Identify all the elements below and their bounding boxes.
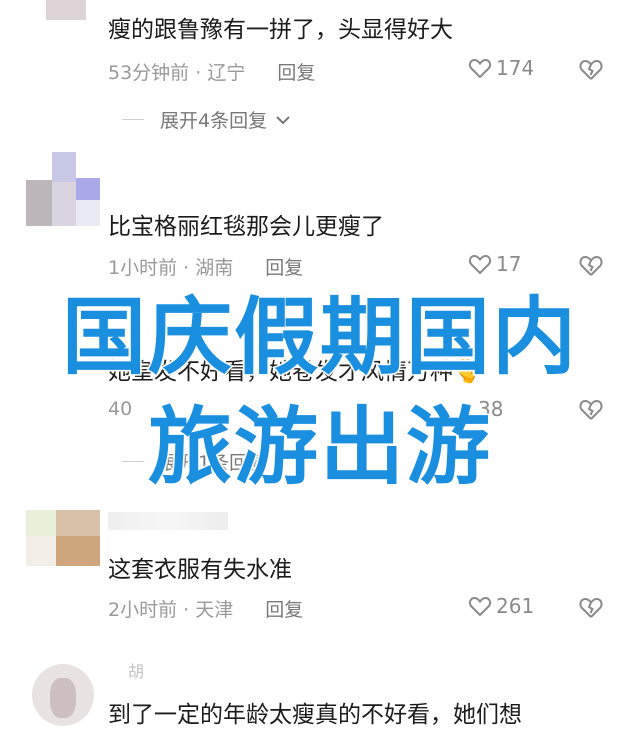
like-button[interactable]: 261 (468, 594, 534, 618)
comment-time: 53分钟前 (108, 62, 190, 84)
comment-time: 2小时前 (108, 599, 178, 621)
heart-outline-icon (468, 58, 492, 79)
like-button[interactable]: 174 (468, 56, 534, 80)
broken-heart-icon (579, 59, 603, 80)
username-blurred (108, 512, 228, 530)
divider-line (122, 119, 144, 120)
avatar[interactable] (26, 0, 100, 20)
meta-separator: · (183, 599, 196, 621)
like-count: 174 (496, 56, 535, 80)
broken-heart-icon (579, 597, 603, 618)
expand-label: 展开4条回复 (160, 110, 268, 132)
comment-location: 辽宁 (207, 62, 246, 84)
heart-outline-icon (468, 596, 492, 617)
dislike-button[interactable] (578, 57, 604, 81)
comment-text: 比宝格丽红毯那会儿更瘦了 (108, 214, 384, 240)
dislike-button[interactable] (578, 595, 604, 619)
overlay-title-line2: 旅游出游 (146, 397, 492, 498)
like-count: 261 (496, 594, 535, 618)
comment-username: 胡 (128, 662, 145, 681)
chevron-down-icon (276, 115, 290, 124)
overlay-title-line1: 国庆假期国内 (60, 287, 578, 388)
comment-meta: 53分钟前 · 辽宁 回复 (108, 58, 315, 85)
meta-separator: · (195, 62, 208, 84)
avatar[interactable] (26, 658, 100, 732)
comment-text: 瘦的跟鲁豫有一拼了，头显得好大 (108, 17, 453, 43)
reply-button[interactable]: 回复 (265, 599, 303, 621)
avatar[interactable] (26, 510, 100, 566)
comment-text: 到了一定的年龄太瘦真的不好看，她们想 (108, 702, 522, 728)
comment-text: 这套衣服有失水准 (108, 557, 292, 583)
comment-meta: 2小时前 · 天津 回复 (108, 595, 303, 622)
avatar[interactable] (26, 152, 100, 226)
comment-location: 天津 (195, 599, 234, 621)
expand-replies-button[interactable]: 展开4条回复 (122, 106, 291, 133)
reply-button[interactable]: 回复 (277, 62, 315, 84)
